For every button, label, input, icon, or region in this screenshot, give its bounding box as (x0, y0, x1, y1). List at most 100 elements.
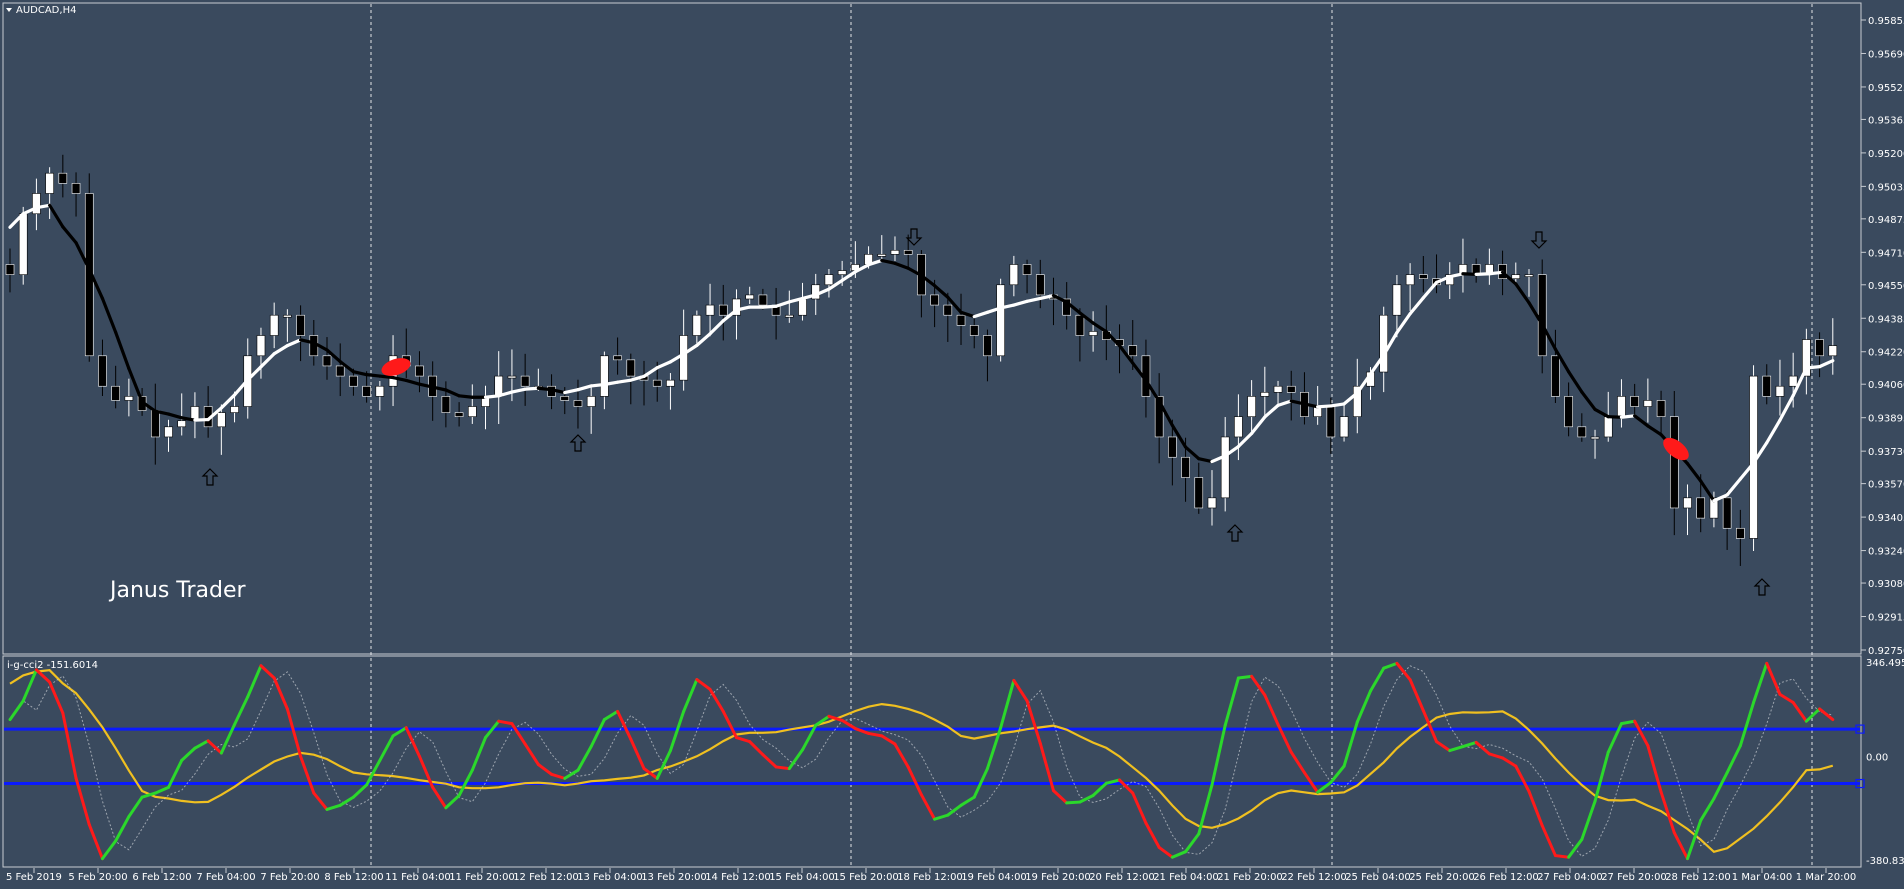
candle-body (903, 249, 913, 255)
candle-body (1260, 392, 1270, 397)
candle-body (1524, 274, 1534, 277)
candle-body (1722, 497, 1732, 529)
price-axis: 0.95855 0.95690 0.95525 0.95365 0.95200 0.950… (1861, 16, 1904, 657)
ma-segment (1316, 404, 1333, 409)
candle-body (520, 375, 530, 387)
candle-body (269, 314, 279, 336)
time-tick-label: 20 Feb 12:00 (1089, 872, 1155, 883)
time-tick-label: 1 Mar 20:00 (1796, 872, 1856, 883)
candle-body (1286, 385, 1296, 393)
candle-body (71, 183, 81, 194)
candle-body (1577, 426, 1587, 438)
price-tick-label: 0.95855 (1868, 16, 1904, 27)
candle-body (1339, 416, 1349, 438)
candle-body (230, 406, 239, 413)
price-tick-label: 0.92750 (1868, 646, 1904, 657)
candle-body (1762, 375, 1772, 397)
candle-body (1669, 416, 1679, 509)
candle-body (652, 379, 662, 387)
candle-body (1234, 416, 1243, 438)
candle-body (1643, 400, 1653, 407)
candle-body (586, 396, 596, 407)
candle-body (1168, 436, 1177, 458)
candle-body (5, 264, 15, 275)
candle-body (1181, 456, 1190, 478)
candle-body (679, 335, 688, 381)
candle-body (560, 396, 570, 401)
candle-body (1736, 527, 1745, 539)
time-tick-label: 19 Feb 04:00 (961, 872, 1027, 883)
ma-segment (1606, 415, 1624, 419)
candle-body (362, 385, 371, 397)
candle-body (1379, 314, 1388, 373)
candle-body (1590, 436, 1600, 440)
price-tick-label: 0.93895 (1868, 414, 1904, 425)
time-tick-label: 1 Mar 04:00 (1732, 872, 1792, 883)
price-tick-label: 0.93080 (1868, 579, 1904, 590)
ma-segment (1329, 402, 1346, 408)
candle-body (943, 304, 953, 316)
chart-canvas[interactable]: 0.95855 0.95690 0.95525 0.95365 0.95200 0.950… (0, 0, 1904, 885)
price-tick-label: 0.94220 (1868, 348, 1904, 359)
indicator-tick-label: 346.4955 (1866, 658, 1904, 669)
ma-segment (378, 374, 395, 380)
candle-body (454, 412, 464, 417)
symbol-label: AUDCAD,H4 (16, 5, 76, 16)
candle-body (1405, 274, 1415, 286)
ma-segment (365, 373, 382, 378)
time-tick-label: 25 Feb 04:00 (1345, 872, 1411, 883)
candle-body (1788, 375, 1798, 387)
price-tick-label: 0.95035 (1868, 182, 1904, 193)
ma-segment (483, 394, 501, 399)
candle-body (837, 270, 847, 275)
price-tick-label: 0.95200 (1868, 149, 1904, 160)
candle-body (1537, 274, 1547, 357)
candle-body (98, 355, 107, 387)
time-tick-label: 13 Feb 20:00 (641, 872, 707, 883)
price-tick-label: 0.93570 (1868, 480, 1904, 491)
candle-body (718, 304, 728, 316)
price-tick-label: 0.94550 (1868, 281, 1904, 292)
time-tick-label: 11 Feb 20:00 (449, 872, 515, 883)
candle-body (1128, 345, 1138, 357)
ma-segment (523, 386, 540, 391)
ma-segment (602, 380, 620, 387)
time-tick-label: 21 Feb 20:00 (1217, 872, 1283, 883)
candle-body (1551, 355, 1560, 397)
candle-body (666, 379, 675, 387)
candle-body (573, 400, 583, 407)
time-tick-label: 15 Feb 04:00 (769, 872, 835, 883)
candle-body (468, 406, 477, 417)
time-axis: 5 Feb 2019 5 Feb 20:00 6 Feb 12:00 7 Feb 04… (6, 868, 1856, 883)
candle-body (824, 274, 834, 286)
ma-segment (1474, 272, 1491, 276)
ma-segment (457, 394, 474, 399)
candle-body (58, 172, 68, 184)
price-tick-label: 0.95365 (1868, 115, 1904, 126)
candle-body (877, 254, 887, 257)
time-tick-label: 7 Feb 20:00 (260, 872, 319, 883)
candle-body (1828, 345, 1838, 357)
candle-body (785, 314, 794, 318)
candle-body (1511, 274, 1521, 279)
time-tick-label: 18 Feb 12:00 (897, 872, 963, 883)
price-tick-label: 0.95690 (1868, 49, 1904, 60)
indicator-fast-segment (1065, 800, 1082, 805)
candle-body (956, 314, 966, 326)
indicator-fast-segment (1553, 854, 1571, 859)
candle-body (996, 284, 1005, 357)
candle-body (415, 365, 424, 377)
indicator-fast-segment (774, 765, 791, 771)
candle-body (692, 314, 702, 336)
time-tick-label: 26 Feb 12:00 (1473, 872, 1539, 883)
candle-body (1603, 416, 1613, 438)
ma-segment (536, 386, 554, 392)
time-tick-label: 5 Feb 20:00 (68, 872, 127, 883)
candle-body (1326, 406, 1336, 438)
indicator-tick-label: -380.8338 (1866, 856, 1904, 867)
time-tick-label: 7 Feb 04:00 (196, 872, 255, 883)
candle-body (1220, 436, 1230, 499)
price-tick-label: 0.93240 (1868, 547, 1904, 558)
candle-body (296, 314, 305, 336)
time-tick-label: 21 Feb 04:00 (1153, 872, 1219, 883)
